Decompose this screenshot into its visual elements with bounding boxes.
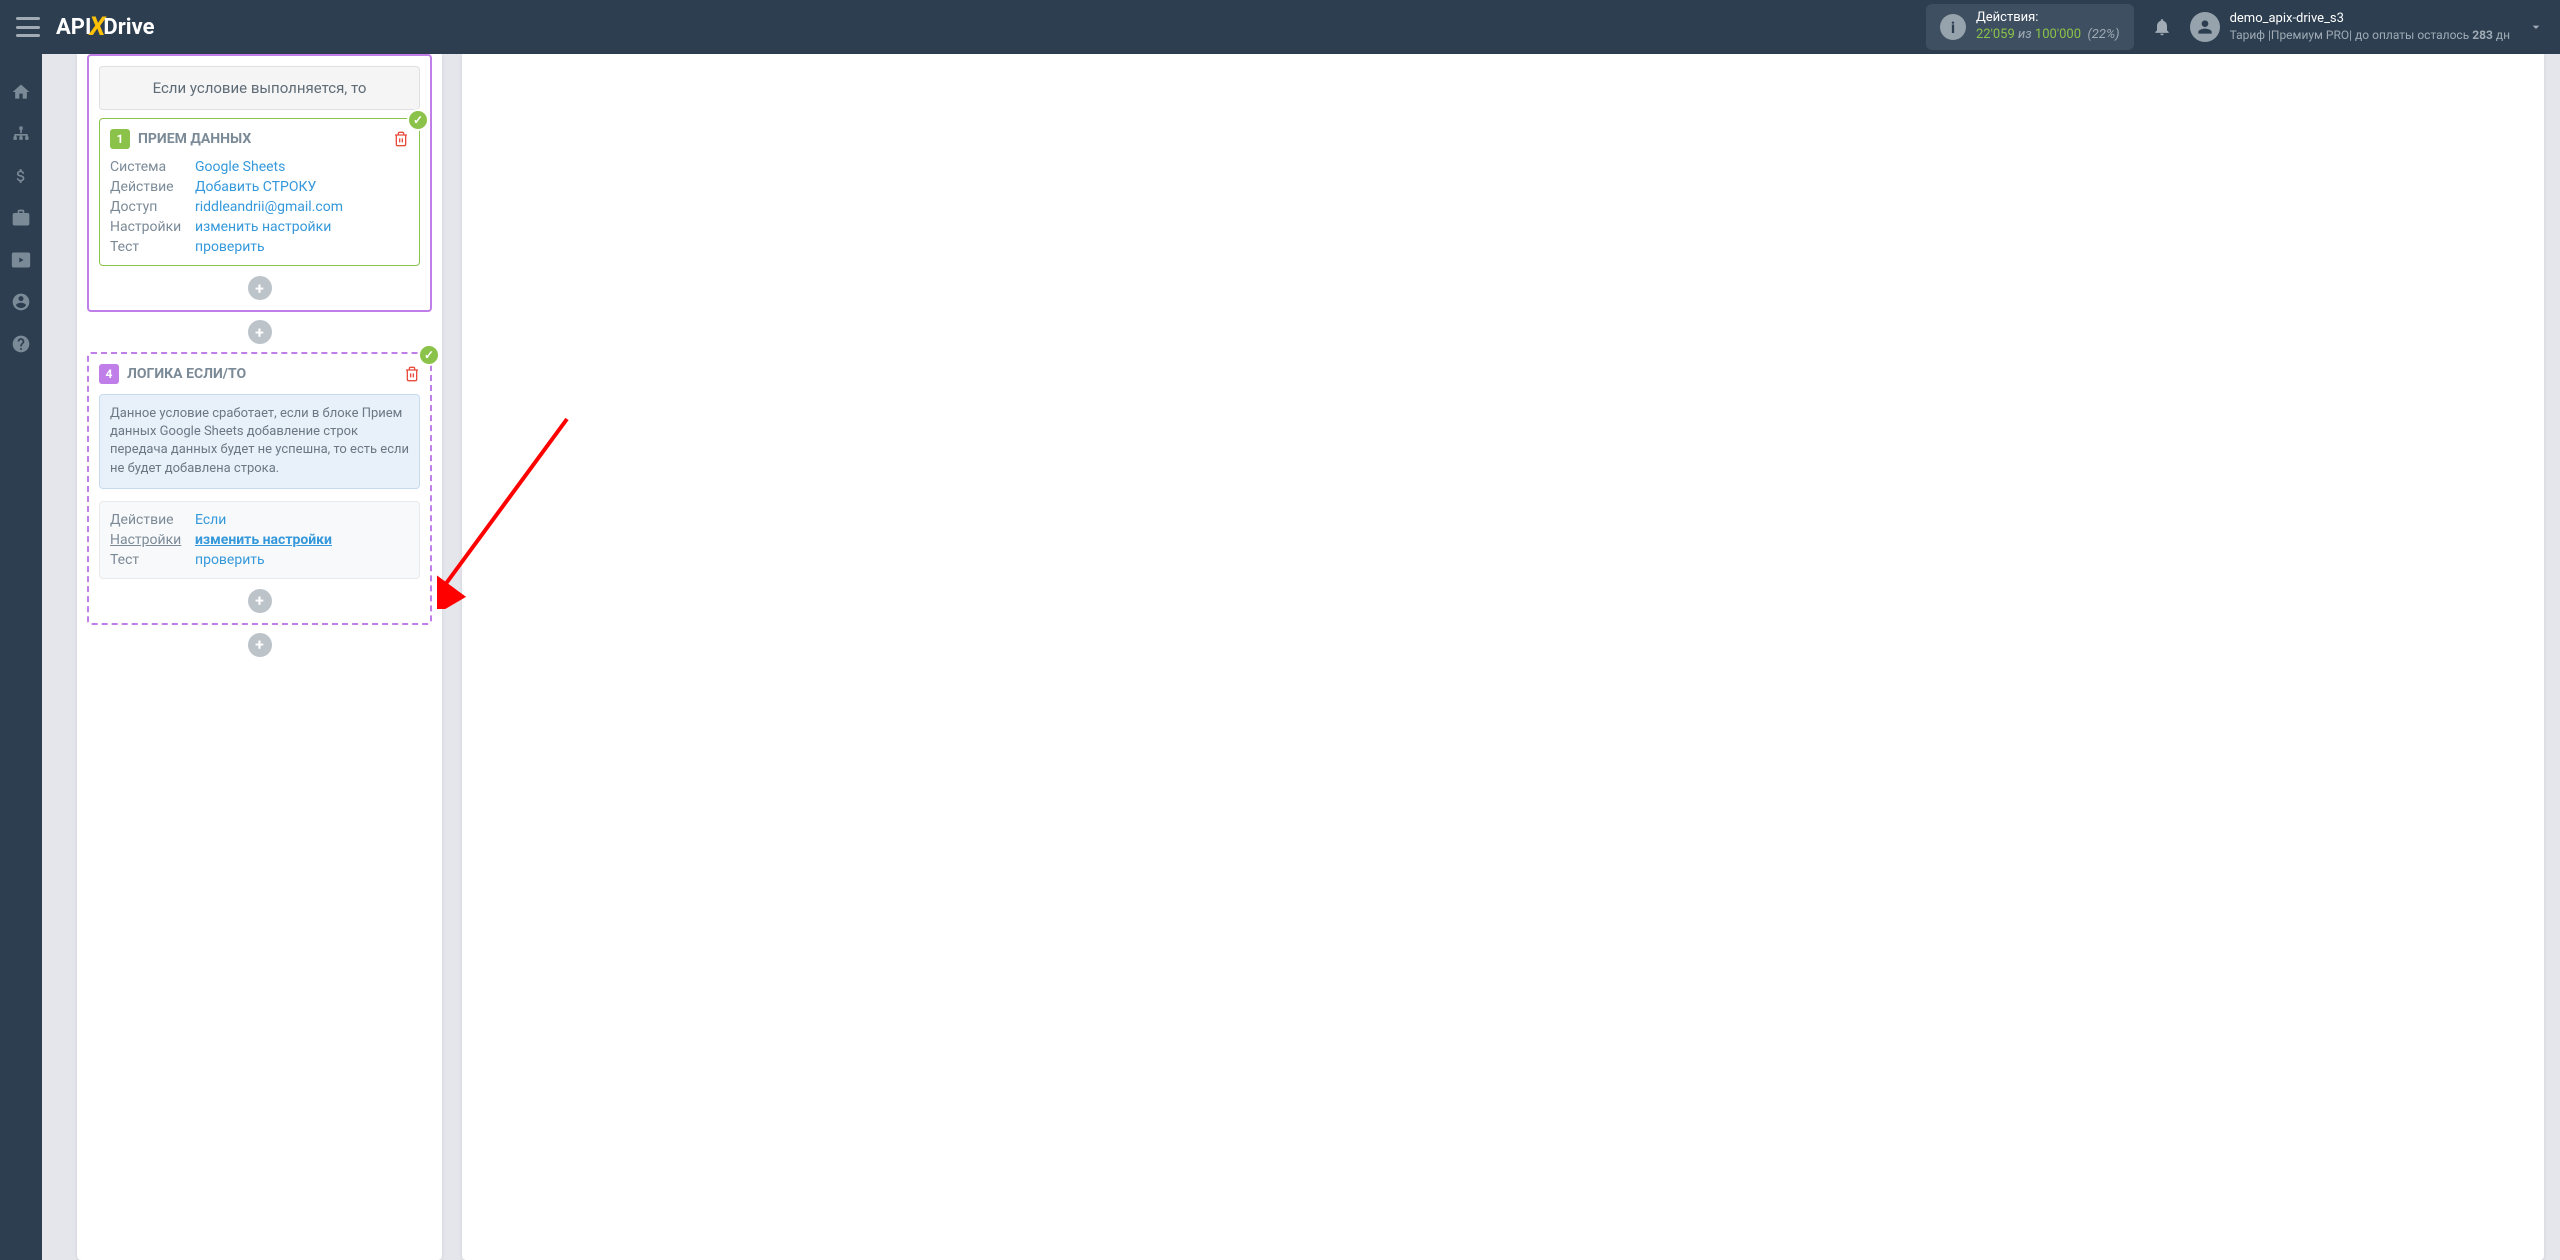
check-icon: ✓: [407, 109, 429, 131]
trash-icon[interactable]: [393, 131, 409, 147]
actions-label: Действия:: [1976, 10, 2120, 27]
f4-action-value[interactable]: Если: [195, 512, 226, 528]
f4-test-label: Тест: [110, 552, 195, 568]
trash-icon[interactable]: [404, 366, 420, 382]
f-test-value[interactable]: проверить: [195, 239, 265, 255]
check-icon: ✓: [418, 344, 440, 366]
logo[interactable]: API X Drive: [56, 12, 154, 42]
left-panel: Если условие выполняется, то ✓ 1 ПРИЕМ Д…: [77, 54, 442, 1260]
actions-counter[interactable]: i Действия: 22'059 из 100'000 (22%): [1926, 4, 2134, 50]
right-panel: [462, 54, 2544, 1260]
f-settings-label: Настройки: [110, 219, 195, 235]
header-right: i Действия: 22'059 из 100'000 (22%) demo…: [1926, 4, 2544, 50]
sidebar-dollar-icon[interactable]: [11, 166, 31, 186]
user-menu[interactable]: demo_apix-drive_s3 Тариф |Премиум PRO| д…: [2190, 11, 2510, 43]
condition-text: Если условие выполняется, то: [99, 66, 420, 110]
add-inner-button[interactable]: +: [248, 276, 272, 300]
tariff-info: Тариф |Премиум PRO| до оплаты осталось 2…: [2230, 28, 2510, 44]
block1-number: 1: [110, 129, 130, 149]
f-action-label: Действие: [110, 179, 195, 195]
chevron-down-icon[interactable]: [2528, 19, 2544, 35]
add-between-button[interactable]: +: [248, 320, 272, 344]
f-access-label: Доступ: [110, 199, 195, 215]
actions-total: 100'000: [2035, 27, 2081, 42]
sidebar-connections-icon[interactable]: [11, 124, 31, 144]
f-system-label: Система: [110, 159, 195, 175]
actions-text: Действия: 22'059 из 100'000 (22%): [1976, 10, 2120, 44]
f-system-value[interactable]: Google Sheets: [195, 159, 285, 175]
sidebar-briefcase-icon[interactable]: [11, 208, 31, 228]
header: API X Drive i Действия: 22'059 из 100'00…: [0, 0, 2560, 54]
f-access-value[interactable]: riddleandrii@gmail.com: [195, 199, 343, 215]
f-settings-value[interactable]: изменить настройки: [195, 219, 331, 235]
add-after-button[interactable]: +: [248, 633, 272, 657]
sidebar-video-icon[interactable]: [11, 250, 31, 270]
add-inner-button[interactable]: +: [248, 589, 272, 613]
menu-button[interactable]: [16, 17, 40, 37]
f4-test-value[interactable]: проверить: [195, 552, 265, 568]
f-test-label: Тест: [110, 239, 195, 255]
content: Если условие выполняется, то ✓ 1 ПРИЕМ Д…: [42, 54, 2560, 1260]
f4-settings-value[interactable]: изменить настройки: [195, 532, 332, 548]
f4-settings-label: Настройки: [110, 532, 195, 548]
block-data-receive: ✓ 1 ПРИЕМ ДАННЫХ СистемаGoogle Sheets: [99, 118, 420, 266]
actions-current: 22'059: [1976, 27, 2015, 42]
sidebar-help-icon[interactable]: [11, 334, 31, 354]
info-icon: i: [1940, 14, 1966, 40]
avatar-icon: [2190, 12, 2220, 42]
sidebar: [0, 54, 42, 1260]
user-text: demo_apix-drive_s3 Тариф |Премиум PRO| д…: [2230, 11, 2510, 43]
f-action-value[interactable]: Добавить СТРОКУ: [195, 179, 316, 195]
sidebar-home-icon[interactable]: [11, 82, 31, 102]
logo-drive: Drive: [103, 15, 154, 40]
username: demo_apix-drive_s3: [2230, 11, 2510, 28]
f4-action-label: Действие: [110, 512, 195, 528]
block-purple-wrapper: Если условие выполняется, то ✓ 1 ПРИЕМ Д…: [87, 54, 432, 312]
bell-icon[interactable]: [2152, 17, 2172, 37]
logic-info: Данное условие сработает, если в блоке П…: [99, 394, 420, 489]
actions-of: из: [2018, 27, 2035, 42]
block4-title: ЛОГИКА ЕСЛИ/ТО: [127, 366, 246, 382]
block4-number: 4: [99, 364, 119, 384]
block-logic: ✓ 4 ЛОГИКА ЕСЛИ/ТО Данное условие сработ…: [87, 352, 432, 625]
header-left: API X Drive: [16, 12, 154, 42]
sidebar-user-icon[interactable]: [11, 292, 31, 312]
logo-api: API: [56, 15, 91, 40]
block1-title: ПРИЕМ ДАННЫХ: [138, 131, 251, 147]
main-layout: Если условие выполняется, то ✓ 1 ПРИЕМ Д…: [0, 54, 2560, 1260]
